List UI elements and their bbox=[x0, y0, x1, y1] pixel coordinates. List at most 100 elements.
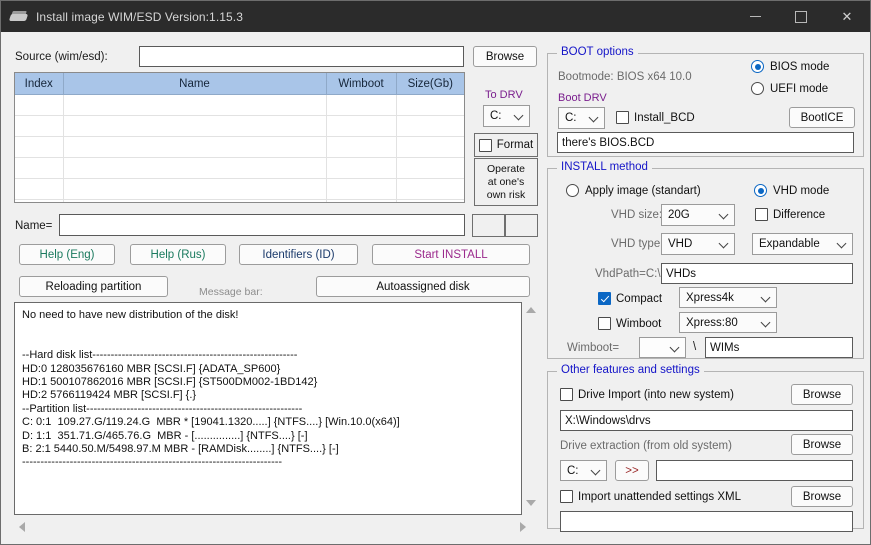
title-bar: Install image WIM/ESD Version:1.15.3 ✕ bbox=[1, 1, 870, 32]
cell-wimboot bbox=[326, 178, 397, 200]
compact-checkbox[interactable]: Compact bbox=[598, 292, 662, 305]
identifiers-button[interactable]: Identifiers (ID) bbox=[239, 244, 358, 265]
table-row[interactable] bbox=[15, 178, 464, 200]
wimboot-path-input[interactable] bbox=[705, 337, 853, 358]
radio-circle-icon bbox=[751, 82, 764, 95]
to-drv-select[interactable]: C: bbox=[483, 105, 530, 127]
checkbox-box-icon bbox=[560, 490, 573, 503]
cell-name bbox=[63, 115, 327, 137]
minimize-button[interactable] bbox=[732, 1, 778, 32]
disk-icon bbox=[8, 10, 29, 24]
difference-checkbox[interactable]: Difference bbox=[755, 208, 825, 221]
drive-import-browse-button[interactable]: Browse bbox=[791, 384, 853, 405]
import-xml-browse-button[interactable]: Browse bbox=[791, 486, 853, 507]
vhd-mode-radio[interactable]: VHD mode bbox=[754, 184, 829, 197]
format-checkbox[interactable]: Format bbox=[478, 138, 533, 152]
import-xml-input[interactable] bbox=[560, 511, 853, 532]
drive-extraction-input[interactable] bbox=[656, 460, 853, 481]
vhd-expandable-select[interactable]: Expandable bbox=[752, 233, 853, 255]
install-bcd-checkbox[interactable]: Install_BCD bbox=[616, 111, 695, 124]
reloading-partition-button[interactable]: Reloading partition bbox=[19, 276, 168, 297]
other-features-legend: Other features and settings bbox=[557, 364, 704, 376]
drive-import-label: Drive Import (into new system) bbox=[578, 388, 734, 401]
radio-circle-icon bbox=[751, 60, 764, 73]
scroll-up-icon[interactable] bbox=[526, 307, 536, 313]
cell-index bbox=[15, 157, 64, 179]
table-header-row: Index Name Wimboot Size(Gb) bbox=[15, 73, 464, 95]
drive-extraction-browse-button[interactable]: Browse bbox=[791, 434, 853, 455]
drive-extraction-drive-value: C: bbox=[567, 464, 579, 477]
format-checkbox-frame[interactable]: Format bbox=[474, 133, 538, 157]
close-button[interactable]: ✕ bbox=[824, 1, 870, 32]
cell-name bbox=[63, 94, 327, 116]
vhd-type-value: VHD bbox=[668, 238, 693, 250]
cell-name bbox=[63, 157, 327, 179]
chevron-down-icon bbox=[838, 240, 845, 247]
scroll-right-icon[interactable] bbox=[520, 522, 526, 532]
vhdpath-input[interactable] bbox=[661, 263, 853, 284]
column-header-name[interactable]: Name bbox=[63, 73, 327, 95]
drive-import-checkbox[interactable]: Drive Import (into new system) bbox=[560, 388, 734, 401]
chevron-down-icon bbox=[762, 294, 769, 301]
start-install-button[interactable]: Start INSTALL bbox=[372, 244, 530, 265]
name-extra-button-2[interactable] bbox=[505, 214, 538, 237]
radio-circle-icon bbox=[566, 184, 579, 197]
vhdpath-label: VhdPath=C:\ bbox=[595, 268, 661, 280]
cell-index bbox=[15, 178, 64, 200]
drive-extraction-go-button[interactable]: >> bbox=[615, 460, 649, 481]
table-row[interactable] bbox=[15, 94, 464, 116]
maximize-button[interactable] bbox=[778, 1, 824, 32]
message-bar-label: Message bar: bbox=[199, 286, 263, 298]
column-header-size[interactable]: Size(Gb) bbox=[396, 73, 464, 95]
cell-name bbox=[63, 199, 327, 202]
log-horizontal-scrollbar[interactable] bbox=[14, 518, 540, 535]
wimboot-algorithm-select[interactable]: Xpress:80 bbox=[679, 312, 777, 333]
help-eng-button[interactable]: Help (Eng) bbox=[19, 244, 115, 265]
cell-name bbox=[63, 178, 327, 200]
difference-label: Difference bbox=[773, 208, 826, 221]
boot-drv-select[interactable]: C: bbox=[558, 107, 605, 129]
log-text: No need to have new distribution of the … bbox=[22, 309, 400, 469]
name-extra-button-1[interactable] bbox=[472, 214, 505, 237]
chevron-down-icon bbox=[515, 112, 522, 119]
uefi-mode-radio[interactable]: UEFI mode bbox=[751, 82, 828, 95]
wimboot-algorithm-value: Xpress:80 bbox=[686, 316, 738, 329]
boot-status-input[interactable] bbox=[557, 132, 854, 153]
compact-algorithm-select[interactable]: Xpress4k bbox=[679, 287, 777, 308]
log-vertical-scrollbar[interactable] bbox=[523, 302, 540, 515]
vhd-size-select[interactable]: 20G bbox=[661, 204, 735, 226]
autoassigned-disk-button[interactable]: Autoassigned disk bbox=[316, 276, 530, 297]
boot-drv-value: C: bbox=[565, 112, 577, 124]
table-row[interactable] bbox=[15, 157, 464, 179]
source-input[interactable] bbox=[139, 46, 464, 67]
bios-mode-label: BIOS mode bbox=[770, 60, 830, 73]
vhd-type-select[interactable]: VHD bbox=[661, 233, 735, 255]
drive-extraction-drive-select[interactable]: C: bbox=[560, 460, 607, 481]
chevron-down-icon bbox=[671, 344, 678, 351]
column-header-index[interactable]: Index bbox=[15, 73, 64, 95]
drive-import-input[interactable] bbox=[560, 410, 853, 431]
log-output[interactable]: No need to have new distribution of the … bbox=[14, 302, 522, 515]
cell-size bbox=[396, 115, 464, 137]
table-row[interactable] bbox=[15, 199, 464, 202]
chevron-down-icon bbox=[590, 114, 597, 121]
table-row[interactable] bbox=[15, 136, 464, 158]
vhd-size-value: 20G bbox=[668, 209, 690, 221]
name-input[interactable] bbox=[59, 214, 465, 236]
table-row[interactable] bbox=[15, 115, 464, 137]
apply-image-radio[interactable]: Apply image (standart) bbox=[566, 184, 701, 197]
chevron-down-icon bbox=[720, 240, 727, 247]
image-index-table[interactable]: Index Name Wimboot Size(Gb) bbox=[14, 72, 465, 203]
scroll-left-icon[interactable] bbox=[19, 522, 25, 532]
browse-source-button[interactable]: Browse bbox=[473, 46, 537, 67]
import-xml-checkbox[interactable]: Import unattended settings XML bbox=[560, 490, 741, 503]
bios-mode-radio[interactable]: BIOS mode bbox=[751, 60, 829, 73]
bootice-button[interactable]: BootICE bbox=[789, 107, 855, 128]
cell-size bbox=[396, 136, 464, 158]
vhd-size-label: VHD size: bbox=[611, 209, 663, 221]
column-header-wimboot[interactable]: Wimboot bbox=[326, 73, 397, 95]
scroll-down-icon[interactable] bbox=[526, 500, 536, 506]
help-rus-button[interactable]: Help (Rus) bbox=[130, 244, 226, 265]
wimboot-drive-select[interactable] bbox=[639, 337, 686, 358]
wimboot-checkbox[interactable]: Wimboot bbox=[598, 317, 661, 330]
